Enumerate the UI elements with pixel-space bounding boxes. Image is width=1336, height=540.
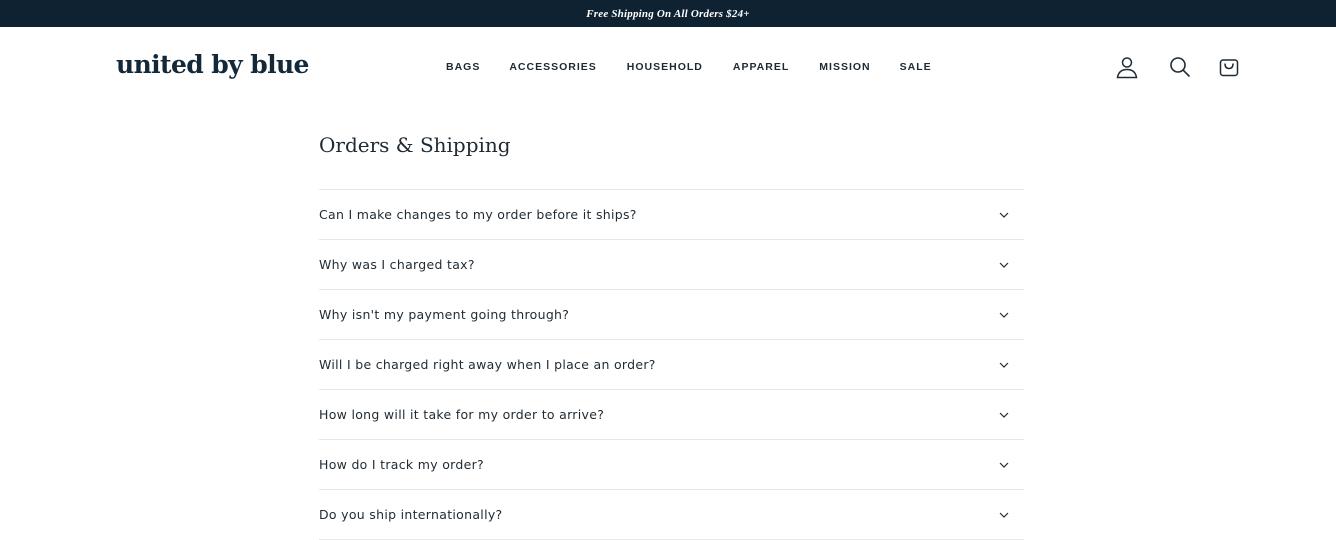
announcement-text: Free Shipping On All Orders $24+: [586, 7, 750, 20]
faq-item[interactable]: Will I be charged right away when I plac…: [319, 340, 1024, 390]
faq-question: Can I make changes to my order before it…: [319, 207, 637, 222]
chevron-down-icon: [998, 209, 1010, 221]
chevron-down-icon: [998, 509, 1010, 521]
faq-item[interactable]: How long will it take for my order to ar…: [319, 390, 1024, 440]
faq-item[interactable]: Why was I charged tax?: [319, 240, 1024, 290]
nav-item-sale[interactable]: SALE: [900, 61, 932, 73]
faq-question: Why was I charged tax?: [319, 257, 475, 272]
faq-item[interactable]: How do I track my order?: [319, 440, 1024, 490]
search-icon: [1170, 57, 1191, 78]
faq-question: Do you ship internationally?: [319, 507, 503, 522]
chevron-down-icon: [998, 459, 1010, 471]
user-icon: [1116, 57, 1138, 79]
site-header: united by blue BAGS ACCESSORIES HOUSEHOL…: [0, 27, 1336, 107]
faq-question: How do I track my order?: [319, 457, 484, 472]
nav-item-bags[interactable]: BAGS: [446, 61, 480, 73]
nav-item-accessories[interactable]: ACCESSORIES: [509, 61, 596, 73]
chevron-down-icon: [998, 409, 1010, 421]
page-title: Orders & Shipping: [319, 133, 511, 157]
header-icons: [1115, 55, 1241, 79]
announcement-bar: Free Shipping On All Orders $24+: [0, 0, 1336, 27]
faq-list: Can I make changes to my order before it…: [319, 189, 1024, 540]
nav-item-household[interactable]: HOUSEHOLD: [627, 61, 703, 73]
search-button[interactable]: [1168, 55, 1192, 79]
site-logo[interactable]: united by blue: [116, 50, 309, 79]
cart-button[interactable]: [1217, 55, 1241, 79]
faq-item[interactable]: Do you ship internationally?: [319, 490, 1024, 540]
account-button[interactable]: [1115, 55, 1139, 79]
faq-question: How long will it take for my order to ar…: [319, 407, 605, 422]
faq-question: Why isn't my payment going through?: [319, 307, 570, 322]
faq-item[interactable]: Can I make changes to my order before it…: [319, 190, 1024, 240]
cart-icon: [1219, 59, 1239, 77]
nav-item-apparel[interactable]: APPAREL: [733, 61, 789, 73]
nav-item-mission[interactable]: MISSION: [819, 61, 870, 73]
chevron-down-icon: [998, 359, 1010, 371]
main-nav: BAGS ACCESSORIES HOUSEHOLD APPAREL MISSI…: [446, 61, 932, 73]
faq-item[interactable]: Why isn't my payment going through?: [319, 290, 1024, 340]
chevron-down-icon: [998, 259, 1010, 271]
faq-question: Will I be charged right away when I plac…: [319, 357, 656, 372]
chevron-down-icon: [998, 309, 1010, 321]
faq-section: Orders & Shipping Can I make changes to …: [319, 107, 1024, 540]
